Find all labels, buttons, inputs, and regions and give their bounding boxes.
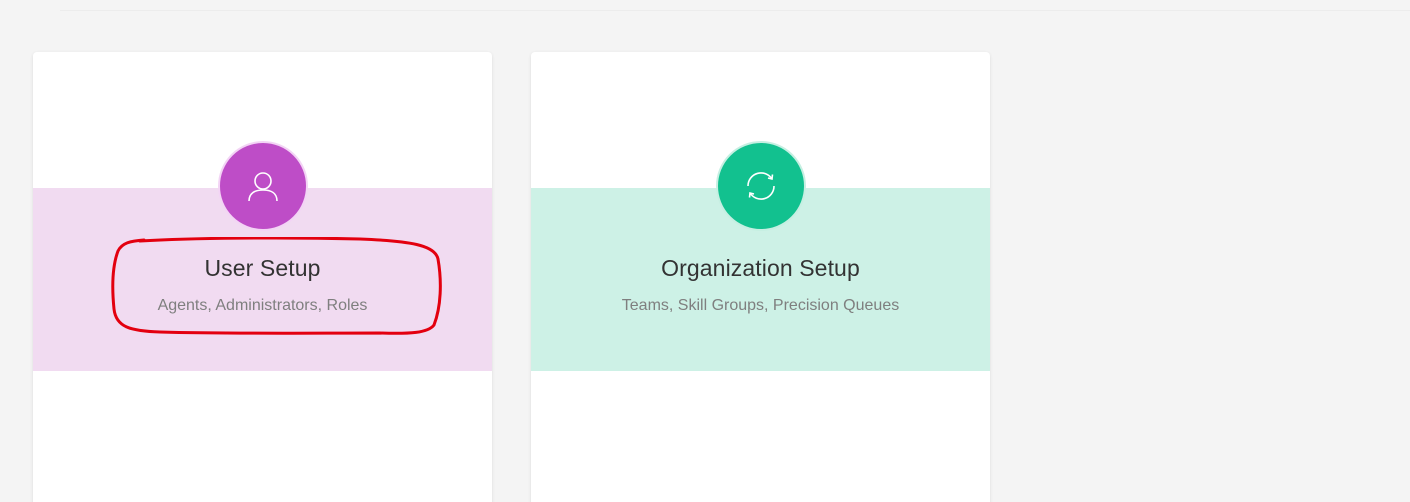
- user-icon: [217, 141, 308, 231]
- user-setup-card[interactable]: User Setup Agents, Administrators, Roles: [33, 52, 492, 502]
- card-subtitle: Agents, Administrators, Roles: [157, 297, 368, 314]
- card-subtitle: Teams, Skill Groups, Precision Queues: [621, 297, 900, 314]
- divider: [60, 10, 1410, 11]
- organization-setup-card[interactable]: Organization Setup Teams, Skill Groups, …: [531, 52, 990, 502]
- sync-icon: [715, 141, 806, 231]
- setup-page: User Setup Agents, Administrators, Roles…: [0, 0, 1410, 502]
- card-title: User Setup: [204, 255, 321, 281]
- card-title: Organization Setup: [661, 255, 860, 281]
